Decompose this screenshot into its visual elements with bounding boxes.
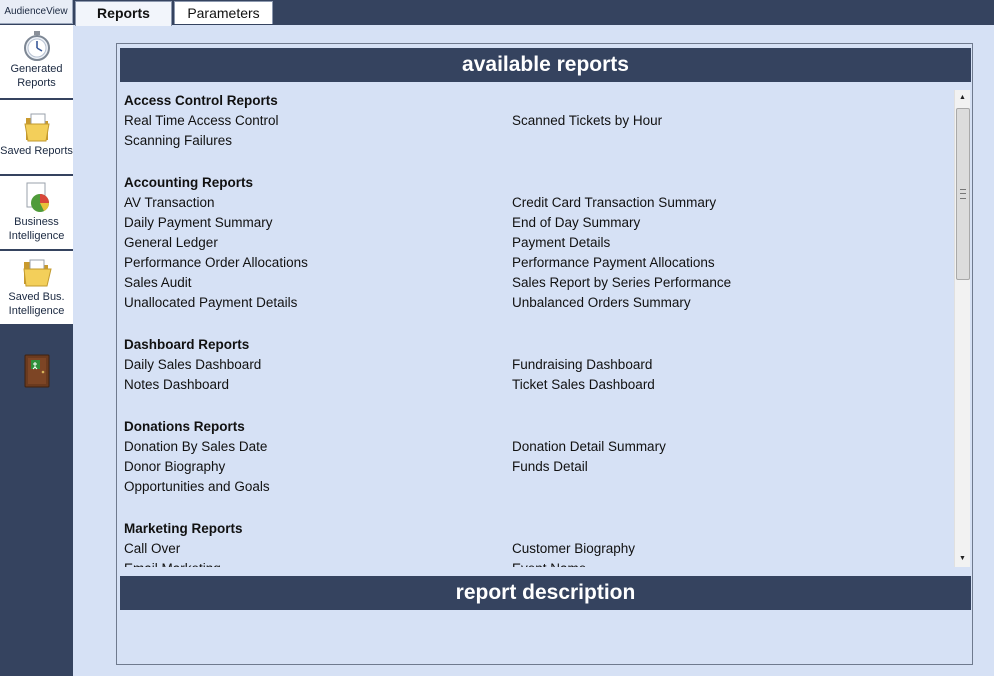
report-link[interactable]: Unbalanced Orders Summary: [512, 295, 691, 310]
report-group-title: Access Control Reports: [124, 93, 278, 108]
sidebar-item-saved-reports[interactable]: Saved Reports: [0, 100, 73, 176]
report-link[interactable]: Performance Order Allocations: [124, 255, 308, 270]
sidebar: Generated Reports Saved Reports Business…: [0, 25, 73, 676]
sidebar-item-generated-reports[interactable]: Generated Reports: [0, 25, 73, 100]
top-bar: AudienceView Reports Parameters: [0, 0, 994, 26]
sidebar-item-label: Business: [14, 216, 59, 228]
tab-reports[interactable]: Reports: [75, 1, 172, 26]
report-link[interactable]: Unallocated Payment Details: [124, 295, 297, 310]
report-group-title: Accounting Reports: [124, 175, 254, 190]
report-link[interactable]: Credit Card Transaction Summary: [512, 195, 716, 210]
report-link[interactable]: End of Day Summary: [512, 215, 640, 230]
sidebar-item-business-intelligence[interactable]: Business Intelligence: [0, 176, 73, 251]
sidebar-item-label: Intelligence: [8, 305, 65, 317]
tab-parameters[interactable]: Parameters: [174, 1, 273, 24]
sidebar-item-saved-business-intelligence[interactable]: Saved Bus. Intelligence: [0, 251, 73, 326]
folder-open-icon: [0, 256, 73, 290]
report-description-header: report description: [120, 576, 971, 610]
vertical-scrollbar[interactable]: ▲ ▼: [954, 90, 970, 567]
report-link[interactable]: Customer Biography: [512, 541, 635, 556]
grip-icon: [960, 189, 966, 199]
clock-icon: [0, 30, 73, 62]
report-link[interactable]: Donation Detail Summary: [512, 439, 666, 454]
report-link[interactable]: Performance Payment Allocations: [512, 255, 715, 270]
report-link[interactable]: Sales Report by Series Performance: [512, 275, 731, 290]
report-link[interactable]: Donor Biography: [124, 459, 225, 474]
scroll-thumb[interactable]: [956, 108, 970, 280]
report-link[interactable]: Scanned Tickets by Hour: [512, 113, 662, 128]
report-link[interactable]: Email Marketing: [124, 561, 221, 567]
report-description-text: [125, 616, 965, 656]
report-link[interactable]: Notes Dashboard: [124, 377, 229, 392]
report-link[interactable]: Scanning Failures: [124, 133, 232, 148]
scroll-up-arrow-icon[interactable]: ▲: [955, 90, 970, 106]
reports-panel: available reports Access Control Reports…: [116, 43, 973, 665]
report-link[interactable]: Opportunities and Goals: [124, 479, 270, 494]
report-list: Access Control Reports Real Time Access C…: [120, 90, 954, 567]
sidebar-item-label: Saved Reports: [0, 145, 73, 157]
available-reports-header: available reports: [120, 48, 971, 82]
report-link[interactable]: Donation By Sales Date: [124, 439, 267, 454]
folder-document-icon: [0, 110, 73, 144]
exit-door-icon[interactable]: [24, 354, 50, 393]
scroll-down-arrow-icon[interactable]: ▼: [955, 551, 970, 567]
report-link[interactable]: Payment Details: [512, 235, 610, 250]
report-link[interactable]: Fundraising Dashboard: [512, 357, 652, 372]
report-link[interactable]: Daily Sales Dashboard: [124, 357, 261, 372]
report-link[interactable]: General Ledger: [124, 235, 218, 250]
report-link[interactable]: Daily Payment Summary: [124, 215, 273, 230]
report-link[interactable]: Ticket Sales Dashboard: [512, 377, 655, 392]
report-link[interactable]: Funds Detail: [512, 459, 588, 474]
report-link[interactable]: Call Over: [124, 541, 180, 556]
report-group-title: Donations Reports: [124, 419, 245, 434]
sidebar-item-label: Saved Bus.: [8, 291, 65, 303]
sidebar-item-label: Reports: [17, 77, 56, 89]
report-group-title: Marketing Reports: [124, 521, 243, 536]
sidebar-item-label: Generated: [10, 63, 63, 75]
sidebar-item-label: Intelligence: [8, 230, 65, 242]
report-link[interactable]: AV Transaction: [124, 195, 215, 210]
report-link[interactable]: Sales Audit: [124, 275, 192, 290]
pie-chart-document-icon: [0, 181, 73, 215]
app-brand: AudienceView: [0, 0, 73, 24]
report-link[interactable]: Real Time Access Control: [124, 113, 279, 128]
report-group-title: Dashboard Reports: [124, 337, 250, 352]
report-link[interactable]: Event Name: [512, 561, 586, 567]
